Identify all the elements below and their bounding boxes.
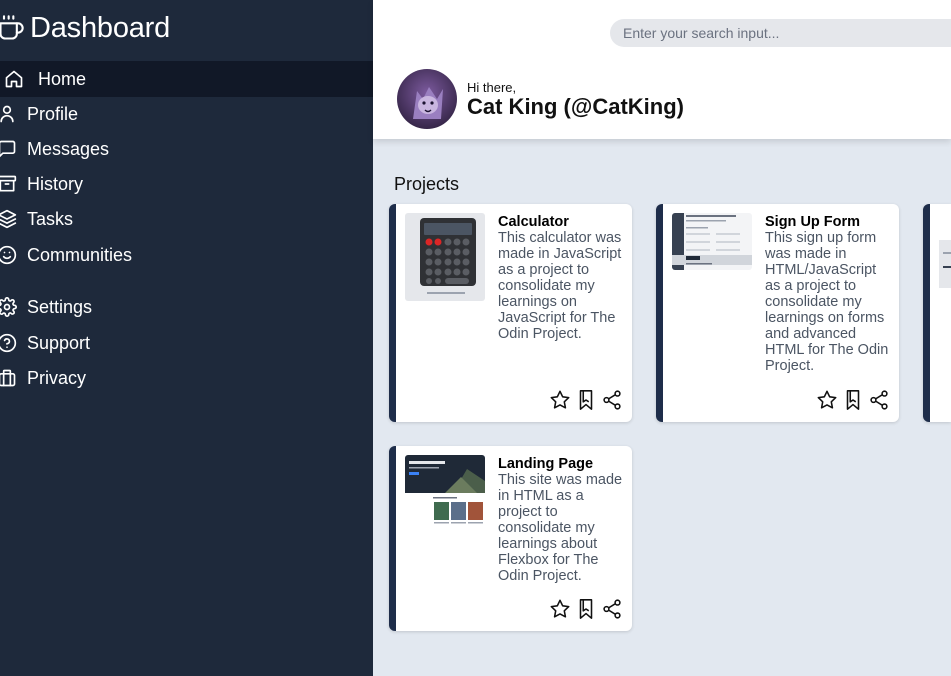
help-icon [0, 333, 17, 353]
sidebar-item-label: Messages [27, 138, 110, 159]
star-icon[interactable] [816, 389, 838, 411]
star-icon[interactable] [549, 598, 571, 620]
layers-icon [0, 209, 17, 229]
header: Hi there, Cat King (@CatKing) [373, 0, 951, 139]
sidebar-item-label: Communities [27, 244, 133, 265]
brand: Dashboard [0, 10, 170, 46]
sidebar-item-label: Profile [27, 103, 79, 124]
sidebar-item-label: Home [38, 68, 87, 89]
share-icon[interactable] [601, 598, 623, 620]
project-title: Landing Page [498, 456, 594, 472]
sidebar-item-profile[interactable]: Profile [0, 96, 78, 132]
bookmark-icon[interactable] [575, 389, 597, 411]
bookmark-icon[interactable] [842, 389, 864, 411]
project-card-calculator[interactable]: Calculator This calculator was made in J… [389, 204, 632, 422]
search-input[interactable] [610, 19, 951, 47]
sidebar-item-privacy[interactable]: Privacy [0, 360, 86, 396]
smile-icon [0, 245, 17, 265]
sidebar: Dashboard Home Profile Messages History … [0, 0, 383, 676]
card-actions [549, 389, 623, 411]
bookmark-icon[interactable] [575, 598, 597, 620]
card-actions [816, 389, 890, 411]
user-name: Cat King (@CatKing) [467, 94, 684, 119]
coffee-icon [0, 13, 26, 43]
greeting-text: Hi there, [467, 80, 517, 95]
project-title: Sign Up Form [765, 214, 861, 230]
project-card-landing-page[interactable]: Landing Page This site was made in HTML … [389, 446, 632, 631]
brand-title: Dashboard [30, 11, 171, 44]
message-icon [0, 139, 17, 159]
archive-icon [0, 174, 17, 194]
project-thumbnail [939, 240, 951, 288]
gear-icon [0, 297, 17, 317]
calculator-thumbnail [405, 213, 485, 301]
star-icon[interactable] [549, 389, 571, 411]
project-card-sign-up-form[interactable]: Sign Up Form This sign up form was made … [656, 204, 899, 422]
landing-page-thumbnail [405, 455, 485, 535]
sidebar-item-settings[interactable]: Settings [0, 289, 92, 325]
projects-title: Projects [394, 174, 460, 194]
sign-up-form-thumbnail [672, 213, 752, 270]
sidebar-item-label: Privacy [27, 367, 87, 388]
project-description: This sign up form was made in HTML/JavaS… [765, 230, 889, 374]
home-icon [4, 69, 24, 89]
sidebar-item-communities[interactable]: Communities [0, 237, 132, 273]
avatar[interactable] [397, 69, 457, 129]
briefcase-icon [0, 368, 17, 388]
sidebar-item-home[interactable]: Home [0, 61, 383, 97]
project-card-partial[interactable] [923, 204, 951, 422]
sidebar-item-label: Tasks [27, 208, 74, 229]
sidebar-item-history[interactable]: History [0, 166, 83, 202]
sidebar-item-label: Support [27, 332, 91, 353]
project-description: This site was made in HTML as a project … [498, 472, 623, 584]
card-actions [549, 598, 623, 620]
project-description: This calculator was made in JavaScript a… [498, 230, 622, 342]
share-icon[interactable] [868, 389, 890, 411]
sidebar-item-tasks[interactable]: Tasks [0, 201, 73, 237]
sidebar-item-label: Settings [27, 296, 93, 317]
project-title: Calculator [498, 214, 569, 230]
sidebar-item-label: History [27, 173, 84, 194]
sidebar-item-support[interactable]: Support [0, 325, 90, 361]
sidebar-item-messages[interactable]: Messages [0, 131, 109, 167]
share-icon[interactable] [601, 389, 623, 411]
user-icon [0, 104, 17, 124]
